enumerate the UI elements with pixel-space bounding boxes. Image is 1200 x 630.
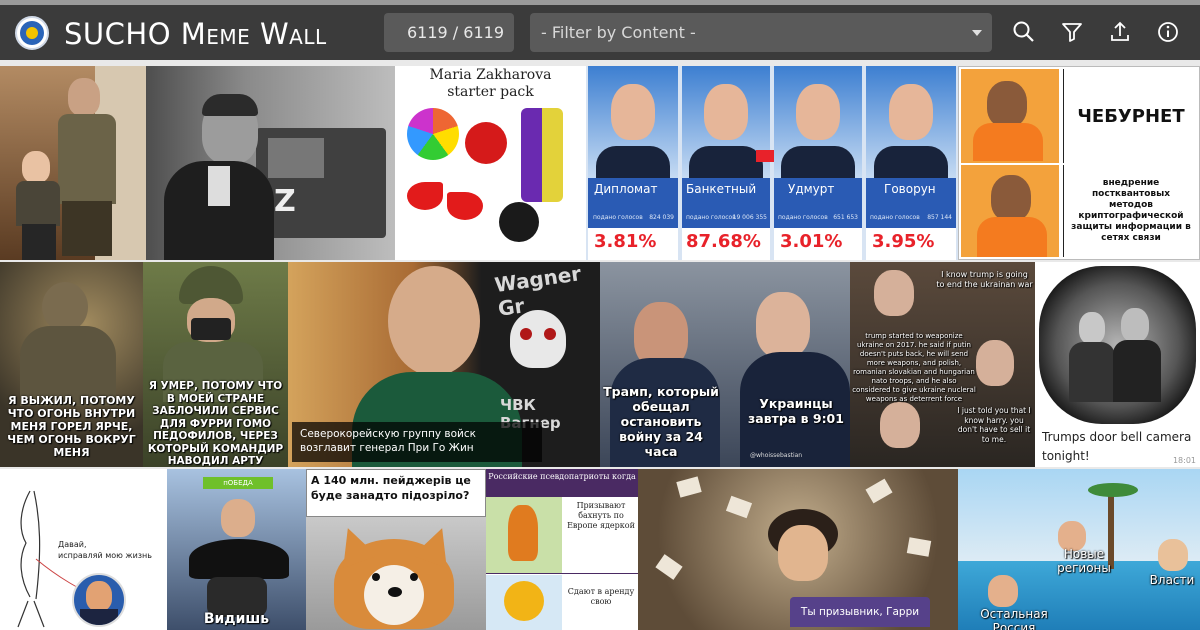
zakharova-title: Maria Zakharova starter pack xyxy=(429,67,552,100)
soldier-fire-caption: Я ВЫЖИЛ, ПОТОМУ ЧТО ОГОНЬ ВНУТРИ МЕНЯ ГО… xyxy=(7,394,136,459)
meme-tile-harry[interactable]: Ты призывник, Гарри xyxy=(638,469,958,630)
pseudo-row1: Призывают бахнуть по Европе ядеркой xyxy=(567,501,635,530)
harry-caption: Ты призывник, Гарри xyxy=(790,597,930,627)
meme-tile-trump-chat[interactable]: I know trump is going to end the ukraina… xyxy=(850,262,1035,467)
meme-tile-vidish[interactable]: пОБЕДА Видишь xyxy=(167,469,306,630)
chat-bottom: I just told you that I know harry. you d… xyxy=(957,406,1031,444)
app-header: SUCHO Meme Wall 6119 / 6119 - Filter by … xyxy=(0,5,1200,60)
chat-middle: trump started to weaponize ukraine on 20… xyxy=(852,332,976,403)
meme-tile-corgi[interactable]: А 140 млн. пейджерів це буде занадто під… xyxy=(306,469,486,630)
meme-tile-zakharova[interactable]: Maria Zakharova starter pack xyxy=(395,66,586,260)
logo-icon[interactable] xyxy=(15,16,49,50)
meme-tile-wagner[interactable]: Wagner Gr ЧВК Вагнер Северокорейскую гру… xyxy=(288,262,600,467)
drake-top-text: ЧЕБУРНЕТ xyxy=(1077,105,1185,127)
chat-top: I know trump is going to end the ukraina… xyxy=(936,270,1033,289)
poll-card: Банкетный подано голосов 19 006 355 87.6… xyxy=(682,66,770,260)
trump-promise-right: Украинцы завтра в 9:01 xyxy=(748,396,844,426)
poll-card: Дипломат подано голосов 824 039 3.81% xyxy=(588,66,678,260)
app-title: SUCHO Meme Wall xyxy=(64,17,327,51)
wagner-caption: Северокорейскую группу войск возглавит г… xyxy=(292,422,542,462)
soldier-died-caption: Я УМЕР, ПОТОМУ ЧТО В МОЕЙ СТРАНЕ ЗАБЛОЧИ… xyxy=(147,380,284,467)
meme-tile-z-truck[interactable]: Z xyxy=(146,66,395,260)
poll-card: Удмурт подано голосов 651 653 3.01% xyxy=(774,66,862,260)
meme-tile-doorbell[interactable]: Trumps door bell camera tonight! 18:01 xyxy=(1035,262,1200,467)
filter-icon[interactable] xyxy=(1058,18,1086,46)
pool-label-regions: Новые регионы xyxy=(1057,547,1111,575)
filter-placeholder: - Filter by Content - xyxy=(541,23,696,42)
meme-tile-trump-promise[interactable]: Трамп, который обещал остановить войну з… xyxy=(600,262,850,467)
upload-icon[interactable] xyxy=(1106,18,1134,46)
meme-tile-drake[interactable]: ЧЕБУРНЕТ внедрение постквантовых методов… xyxy=(958,66,1200,260)
info-icon[interactable] xyxy=(1154,18,1182,46)
chevron-down-icon xyxy=(972,30,982,36)
meme-tile-stalin[interactable] xyxy=(0,66,146,260)
meme-tile-pseudopatriots[interactable]: Российские псевдопатриоты когда Призываю… xyxy=(486,469,638,630)
corgi-question: А 140 млн. пейджерів це буде занадто під… xyxy=(306,469,486,517)
vidish-caption: Видишь xyxy=(203,611,270,627)
pseudo-header: Российские псевдопатриоты когда xyxy=(486,469,638,497)
meme-tile-soldier-died[interactable]: Я УМЕР, ПОТОМУ ЧТО В МОЕЙ СТРАНЕ ЗАБЛОЧИ… xyxy=(143,262,288,467)
pool-label-authorities: Власти xyxy=(1149,573,1195,587)
poll-card: Говорун подано голосов 857 144 3.95% xyxy=(866,66,956,260)
drake-bottom-text: внедрение постквантовых методов криптогр… xyxy=(1071,178,1191,243)
meme-counter: 6119 / 6119 xyxy=(384,13,514,52)
vidish-sign: пОБЕДА xyxy=(203,477,273,489)
pool-label-rest: Остальная Россия xyxy=(980,607,1048,630)
search-icon[interactable] xyxy=(1010,18,1038,46)
meme-tile-sketch[interactable]: Давай, исправляй мою жизнь xyxy=(0,469,167,630)
meme-tile-soldier-fire[interactable]: Я ВЫЖИЛ, ПОТОМУ ЧТО ОГОНЬ ВНУТРИ МЕНЯ ГО… xyxy=(0,262,143,467)
doorbell-caption: Trumps door bell camera tonight! xyxy=(1042,430,1192,463)
watermark: @whoissebastian xyxy=(750,452,803,459)
meme-tile-putin-poll[interactable]: Дипломат подано голосов 824 039 3.81% Ба… xyxy=(586,66,958,260)
timestamp: 18:01 xyxy=(1172,456,1196,465)
pseudo-row2: Сдают в аренду свою xyxy=(567,587,635,606)
sketch-text: Давай, исправляй мою жизнь xyxy=(58,540,153,560)
content-filter-select[interactable]: - Filter by Content - xyxy=(530,13,992,52)
meme-tile-pool[interactable]: Новые регионы Власти Остальная Россия xyxy=(958,469,1200,630)
trump-promise-left: Трамп, который обещал остановить войну з… xyxy=(603,384,719,459)
